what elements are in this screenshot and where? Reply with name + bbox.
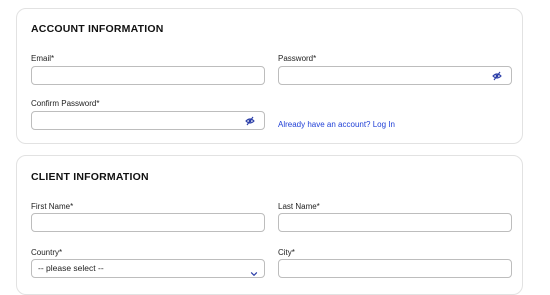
password-field[interactable] [278,66,512,85]
confirm-password-field[interactable] [31,111,265,130]
eye-slash-icon[interactable] [245,116,255,126]
country-label: Country* [31,248,63,257]
country-select[interactable]: -- please select -- [31,259,265,278]
country-select-value: -- please select -- [38,263,104,273]
account-section-title: ACCOUNT INFORMATION [31,23,164,35]
login-link[interactable]: Already have an account? Log In [278,120,395,129]
password-label: Password* [278,54,317,63]
client-information-card: CLIENT INFORMATION First Name* Last Name… [16,155,523,295]
city-label: City* [278,248,295,257]
confirm-password-label: Confirm Password* [31,99,100,108]
account-information-card: ACCOUNT INFORMATION Email* Password* Con… [16,8,523,144]
last-name-label: Last Name* [278,202,320,211]
last-name-field[interactable] [278,213,512,232]
email-field[interactable] [31,66,265,85]
eye-slash-icon[interactable] [492,71,502,81]
chevron-down-icon [250,265,258,276]
client-section-title: CLIENT INFORMATION [31,171,149,183]
email-label: Email* [31,54,55,63]
first-name-label: First Name* [31,202,74,211]
city-field[interactable] [278,259,512,278]
first-name-field[interactable] [31,213,265,232]
